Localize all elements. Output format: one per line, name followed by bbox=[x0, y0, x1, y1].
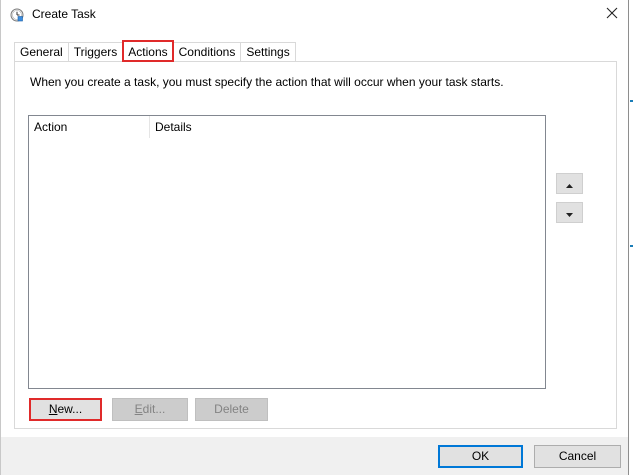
title-bar: Create Task bbox=[1, 0, 629, 30]
actions-intro-text: When you create a task, you must specify… bbox=[30, 75, 504, 89]
close-button[interactable] bbox=[599, 3, 625, 25]
ok-button[interactable]: OK bbox=[438, 445, 523, 468]
edit-action-button[interactable]: Edit... bbox=[112, 398, 188, 421]
window-title: Create Task bbox=[32, 7, 96, 21]
column-header-details[interactable]: Details bbox=[150, 116, 545, 138]
delete-action-button[interactable]: Delete bbox=[195, 398, 268, 421]
close-icon bbox=[606, 7, 618, 22]
actions-list[interactable]: Action Details bbox=[28, 115, 546, 389]
task-clock-icon bbox=[10, 8, 24, 22]
column-header-action[interactable]: Action bbox=[29, 116, 150, 138]
tab-strip: General Triggers Actions Conditions Sett… bbox=[14, 40, 296, 62]
create-task-dialog: Create Task General Triggers Actions Con… bbox=[0, 0, 633, 475]
tab-settings[interactable]: Settings bbox=[240, 42, 296, 62]
tab-triggers[interactable]: Triggers bbox=[67, 42, 124, 62]
tab-general[interactable]: General bbox=[14, 42, 69, 62]
new-button-label-rest: ew... bbox=[57, 402, 83, 416]
move-down-button[interactable] bbox=[556, 202, 583, 223]
arrow-down-icon bbox=[566, 206, 573, 220]
new-action-button[interactable]: New... bbox=[29, 398, 102, 421]
edit-button-label-rest: dit... bbox=[142, 402, 166, 416]
tab-conditions[interactable]: Conditions bbox=[172, 42, 242, 62]
move-up-button[interactable] bbox=[556, 173, 583, 194]
tab-actions[interactable]: Actions bbox=[122, 40, 174, 62]
cancel-button[interactable]: Cancel bbox=[534, 445, 621, 468]
edit-button-mnemonic: E bbox=[134, 402, 143, 416]
arrow-up-icon bbox=[566, 177, 573, 191]
actions-list-header: Action Details bbox=[29, 116, 545, 138]
window-right-edge bbox=[628, 0, 633, 475]
